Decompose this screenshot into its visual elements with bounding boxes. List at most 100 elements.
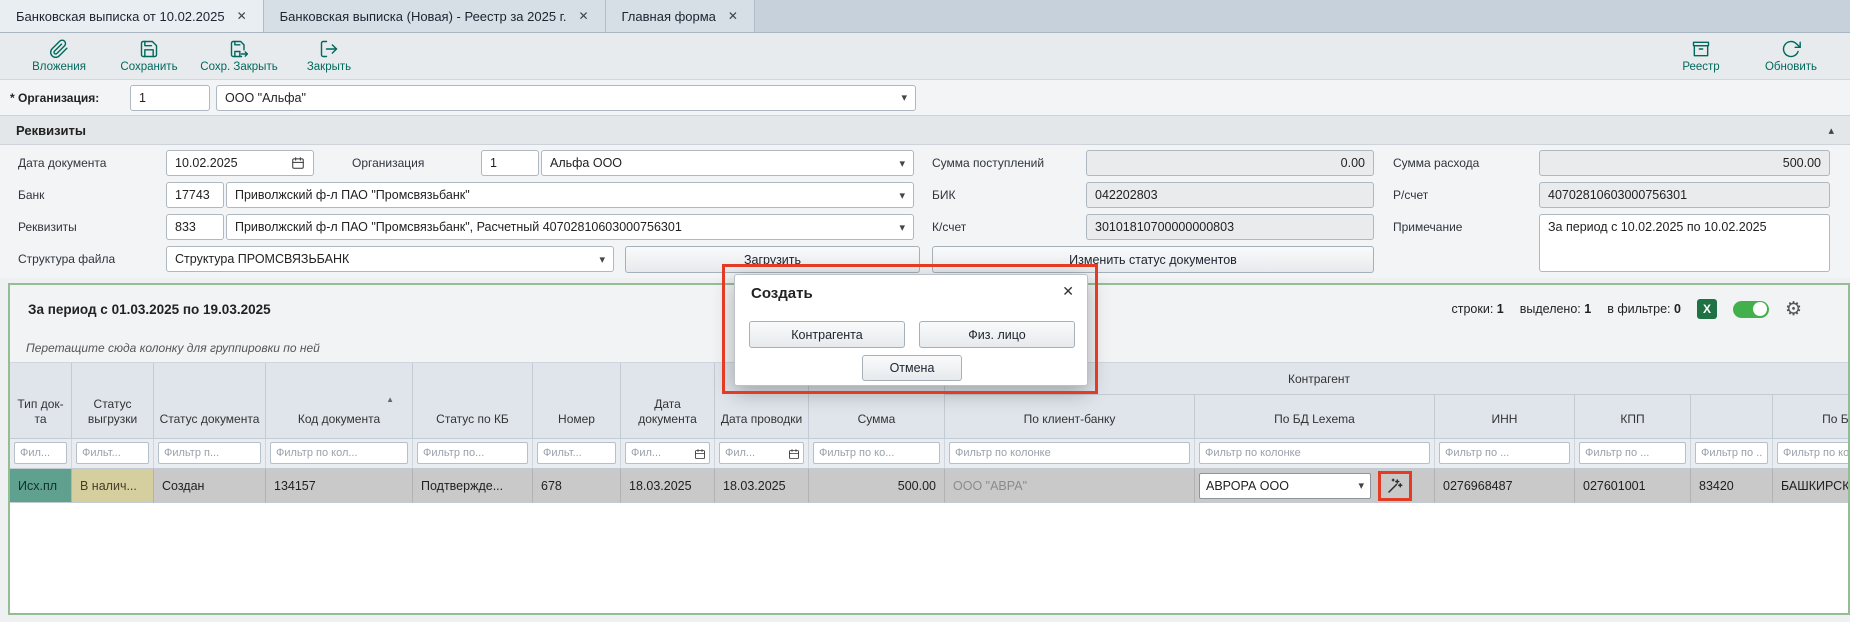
cell-inn[interactable]: 0276968487 bbox=[1435, 469, 1575, 503]
org-code-input[interactable] bbox=[481, 150, 539, 176]
filter-input-number[interactable] bbox=[537, 442, 616, 464]
cell-doc-type[interactable]: Исх.пл bbox=[10, 469, 72, 503]
cell-doc-date[interactable]: 18.03.2025 bbox=[621, 469, 715, 503]
rs-input[interactable] bbox=[1539, 182, 1830, 208]
bik-input[interactable] bbox=[1086, 182, 1374, 208]
refresh-button[interactable]: Обновить bbox=[1746, 39, 1836, 73]
bik-label: БИК bbox=[932, 188, 956, 202]
cell-doc-code[interactable]: 134157 bbox=[266, 469, 413, 503]
group-header-label: Контрагент bbox=[1288, 372, 1350, 386]
rows-count: строки: 1 bbox=[1451, 302, 1503, 316]
cell-value: 678 bbox=[541, 479, 562, 493]
cell-bank-code[interactable]: 83420 bbox=[1691, 469, 1773, 503]
column-header-doc-date[interactable]: Дата документа bbox=[621, 363, 715, 438]
column-header-upload-status[interactable]: Статус выгрузки bbox=[72, 363, 154, 438]
magic-wand-icon[interactable] bbox=[1386, 477, 1404, 495]
excel-export-icon[interactable]: X bbox=[1697, 299, 1717, 319]
column-header-number[interactable]: Номер bbox=[533, 363, 621, 438]
create-person-button[interactable]: Физ. лицо bbox=[919, 321, 1075, 348]
cell-value: Создан bbox=[162, 479, 204, 493]
doc-date-input[interactable]: 10.02.2025 bbox=[166, 150, 314, 176]
chevron-down-icon: ▾ bbox=[1358, 479, 1364, 492]
filter-input-doc-type[interactable] bbox=[14, 442, 67, 464]
file-structure-select[interactable]: Структура ПРОМСВЯЗЬБАНК ▾ bbox=[166, 246, 614, 272]
column-header-doc-code[interactable]: Код документа▲ bbox=[266, 363, 413, 438]
save-icon bbox=[139, 39, 159, 59]
registry-button[interactable]: Реестр bbox=[1656, 39, 1746, 73]
column-header-kb-status[interactable]: Статус по КБ bbox=[413, 363, 533, 438]
annotation-highlight-wand bbox=[1378, 471, 1412, 501]
save-button[interactable]: Сохранить bbox=[104, 39, 194, 73]
filter-input-kpp[interactable] bbox=[1579, 442, 1686, 464]
column-header-doc-status[interactable]: Статус документа bbox=[154, 363, 266, 438]
exit-door-icon bbox=[319, 39, 339, 59]
section-title: Реквизиты bbox=[16, 123, 86, 138]
file-structure-value: Структура ПРОМСВЯЗЬБАНК bbox=[175, 252, 349, 266]
cell-lexema-db-bank[interactable]: БАШКИРСК bbox=[1773, 469, 1850, 503]
collapse-section-icon[interactable]: ▴ bbox=[1828, 124, 1834, 137]
requisites-select[interactable]: Приволжский ф-л ПАО "Промсвязьбанк", Рас… bbox=[226, 214, 914, 240]
filter-input-upload-status[interactable] bbox=[76, 442, 149, 464]
cell-doc-status[interactable]: Создан bbox=[154, 469, 266, 503]
column-header-doc-type[interactable]: Тип док-та bbox=[10, 363, 72, 438]
cell-kb-status[interactable]: Подтвержде... bbox=[413, 469, 533, 503]
filter-input-doc-code[interactable] bbox=[270, 442, 408, 464]
tab-bank-statement-registry[interactable]: Банковская выписка (Новая) - Реестр за 2… bbox=[264, 0, 606, 32]
income-input[interactable] bbox=[1086, 150, 1374, 176]
filter-input-amount[interactable] bbox=[813, 442, 940, 464]
tab-close-icon[interactable]: ✕ bbox=[237, 9, 247, 23]
attachments-button[interactable]: Вложения bbox=[14, 39, 104, 73]
cell-kpp[interactable]: 027601001 bbox=[1575, 469, 1691, 503]
filter-cell-lexema-db bbox=[1195, 439, 1435, 468]
filter-input-lexema-db[interactable] bbox=[1199, 442, 1430, 464]
filter-cell-posting-date bbox=[715, 439, 809, 468]
filter-input-bank-code[interactable] bbox=[1695, 442, 1768, 464]
chevron-down-icon: ▾ bbox=[899, 157, 905, 170]
column-header-label: Статус документа bbox=[160, 412, 260, 426]
filter-input-lexema-db-bank[interactable] bbox=[1777, 442, 1850, 464]
grid-toggle-switch[interactable] bbox=[1733, 301, 1769, 318]
save-label: Сохранить bbox=[120, 61, 177, 73]
tab-close-icon[interactable]: ✕ bbox=[728, 9, 738, 23]
selected-count: выделено: 1 bbox=[1520, 302, 1591, 316]
requisites-code-input[interactable] bbox=[166, 214, 224, 240]
filter-input-kb-status[interactable] bbox=[417, 442, 528, 464]
filter-input-doc-status[interactable] bbox=[158, 442, 261, 464]
organization-code-input[interactable] bbox=[130, 85, 210, 111]
cell-amount[interactable]: 500.00 bbox=[809, 469, 945, 503]
chevron-down-icon: ▾ bbox=[599, 253, 605, 266]
cell-posting-date[interactable]: 18.03.2025 bbox=[715, 469, 809, 503]
change-status-button[interactable]: Изменить статус документов bbox=[932, 246, 1374, 273]
table-row[interactable]: Исх.пл В налич... Создан 134157Подтвержде..… bbox=[10, 469, 1850, 503]
organization-select[interactable]: ООО "Альфа" ▾ bbox=[216, 85, 916, 111]
cell-value: Исх.пл bbox=[18, 479, 57, 493]
cell-value: В налич... bbox=[80, 479, 137, 493]
cell-number[interactable]: 678 bbox=[533, 469, 621, 503]
bank-select[interactable]: Приволжский ф-л ПАО "Промсвязьбанк" ▾ bbox=[226, 182, 914, 208]
counterparty-select[interactable]: АВРОРА ООО▾ bbox=[1199, 473, 1371, 499]
note-textarea[interactable]: За период с 10.02.2025 по 10.02.2025 bbox=[1539, 214, 1830, 272]
close-button[interactable]: Закрыть bbox=[284, 39, 374, 73]
column-header-label: Статус выгрузки bbox=[76, 397, 149, 426]
paperclip-icon bbox=[49, 39, 69, 59]
expense-input[interactable] bbox=[1539, 150, 1830, 176]
cell-client-bank[interactable]: ООО "АВРА" bbox=[945, 469, 1195, 503]
tab-bank-statement[interactable]: Банковская выписка от 10.02.2025 ✕ bbox=[0, 0, 264, 32]
gear-icon[interactable]: ⚙ bbox=[1785, 300, 1802, 319]
cancel-button[interactable]: Отмена bbox=[862, 355, 962, 381]
bank-code-input[interactable] bbox=[166, 182, 224, 208]
ks-input[interactable] bbox=[1086, 214, 1374, 240]
tab-close-icon[interactable]: ✕ bbox=[578, 9, 588, 23]
dialog-close-icon[interactable]: ✕ bbox=[1062, 283, 1074, 300]
load-button[interactable]: Загрузить bbox=[625, 246, 920, 273]
chevron-down-icon: ▾ bbox=[899, 221, 905, 234]
filter-input-client-bank[interactable] bbox=[949, 442, 1190, 464]
cell-upload-status[interactable]: В налич... bbox=[72, 469, 154, 503]
org-name-select[interactable]: Альфа ООО ▾ bbox=[541, 150, 914, 176]
cell-lexema-db[interactable]: АВРОРА ООО▾ bbox=[1195, 469, 1435, 503]
filter-input-inn[interactable] bbox=[1439, 442, 1570, 464]
org-field-label: Организация bbox=[352, 156, 424, 170]
create-contractor-button[interactable]: Контрагента bbox=[749, 321, 905, 348]
save-close-button[interactable]: Сохр. Закрыть bbox=[194, 39, 284, 73]
tab-main-form[interactable]: Главная форма ✕ bbox=[606, 0, 755, 32]
